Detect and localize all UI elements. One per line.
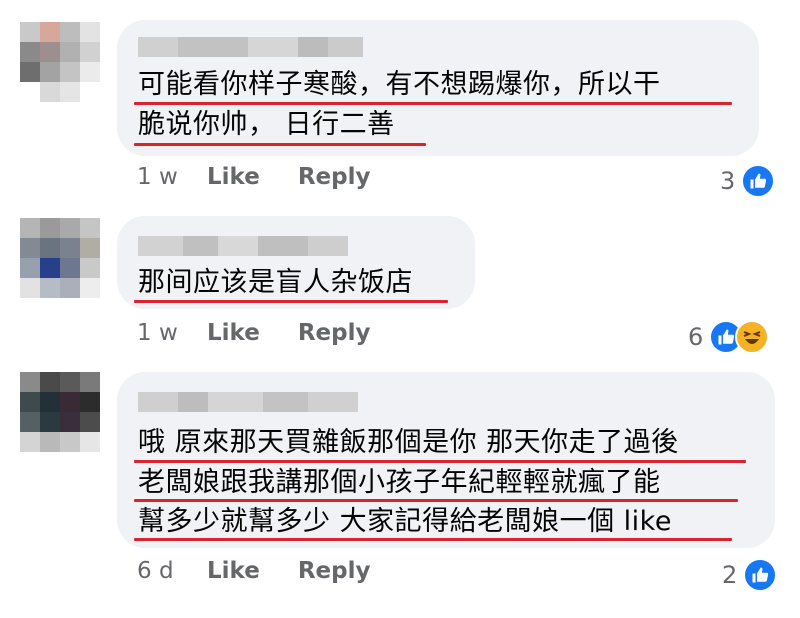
reply-button[interactable]: Reply (298, 164, 371, 190)
comment-actions: 1 w Like Reply (137, 164, 408, 190)
commenter-name-blurred[interactable] (138, 392, 358, 412)
comment-text-line: 老闆娘跟我講那個小孩子年紀輕輕就瘋了能 (138, 467, 661, 498)
reaction-count: 3 (720, 167, 736, 195)
red-underline (134, 143, 426, 146)
comment-timestamp[interactable]: 6 d (137, 558, 207, 584)
red-underline (134, 102, 732, 105)
avatar[interactable] (20, 372, 100, 452)
comment-text-line: 那间应该是盲人杂饭店 (138, 267, 413, 298)
comment-actions: 1 w Like Reply (137, 320, 408, 346)
avatar[interactable] (20, 218, 100, 298)
reaction-count: 2 (722, 561, 738, 589)
reaction-summary[interactable]: 6 (688, 320, 770, 354)
like-button[interactable]: Like (207, 320, 260, 346)
comment-timestamp[interactable]: 1 w (137, 164, 207, 190)
avatar[interactable] (20, 22, 100, 102)
like-button[interactable]: Like (207, 164, 260, 190)
reaction-summary[interactable]: 2 (722, 558, 778, 592)
reply-button[interactable]: Reply (298, 558, 371, 584)
comment-timestamp[interactable]: 1 w (137, 320, 207, 346)
comment-text-line: 哦 原來那天買雜飯那個是你 那天你走了過後 (138, 427, 679, 458)
red-underline (134, 538, 732, 541)
commenter-name-blurred[interactable] (138, 37, 363, 57)
like-icon (741, 164, 776, 198)
comment-actions: 6 d Like Reply (137, 558, 408, 584)
red-underline (134, 300, 448, 303)
reply-button[interactable]: Reply (298, 320, 371, 346)
comment-text-line: 脆说你帅， 日行二善 (138, 109, 395, 140)
comment-text-line: 幫多少就幫多少 大家記得給老闆娘一個 like (138, 506, 672, 537)
reaction-summary[interactable]: 3 (720, 164, 776, 198)
comment-text-line: 可能看你样子寒酸，有不想踢爆你，所以干 (138, 69, 661, 100)
red-underline (134, 460, 746, 463)
haha-icon (735, 320, 770, 354)
like-icon (743, 558, 778, 592)
reaction-count: 6 (688, 323, 704, 351)
like-button[interactable]: Like (207, 558, 260, 584)
red-underline (134, 499, 738, 502)
commenter-name-blurred[interactable] (138, 236, 348, 256)
